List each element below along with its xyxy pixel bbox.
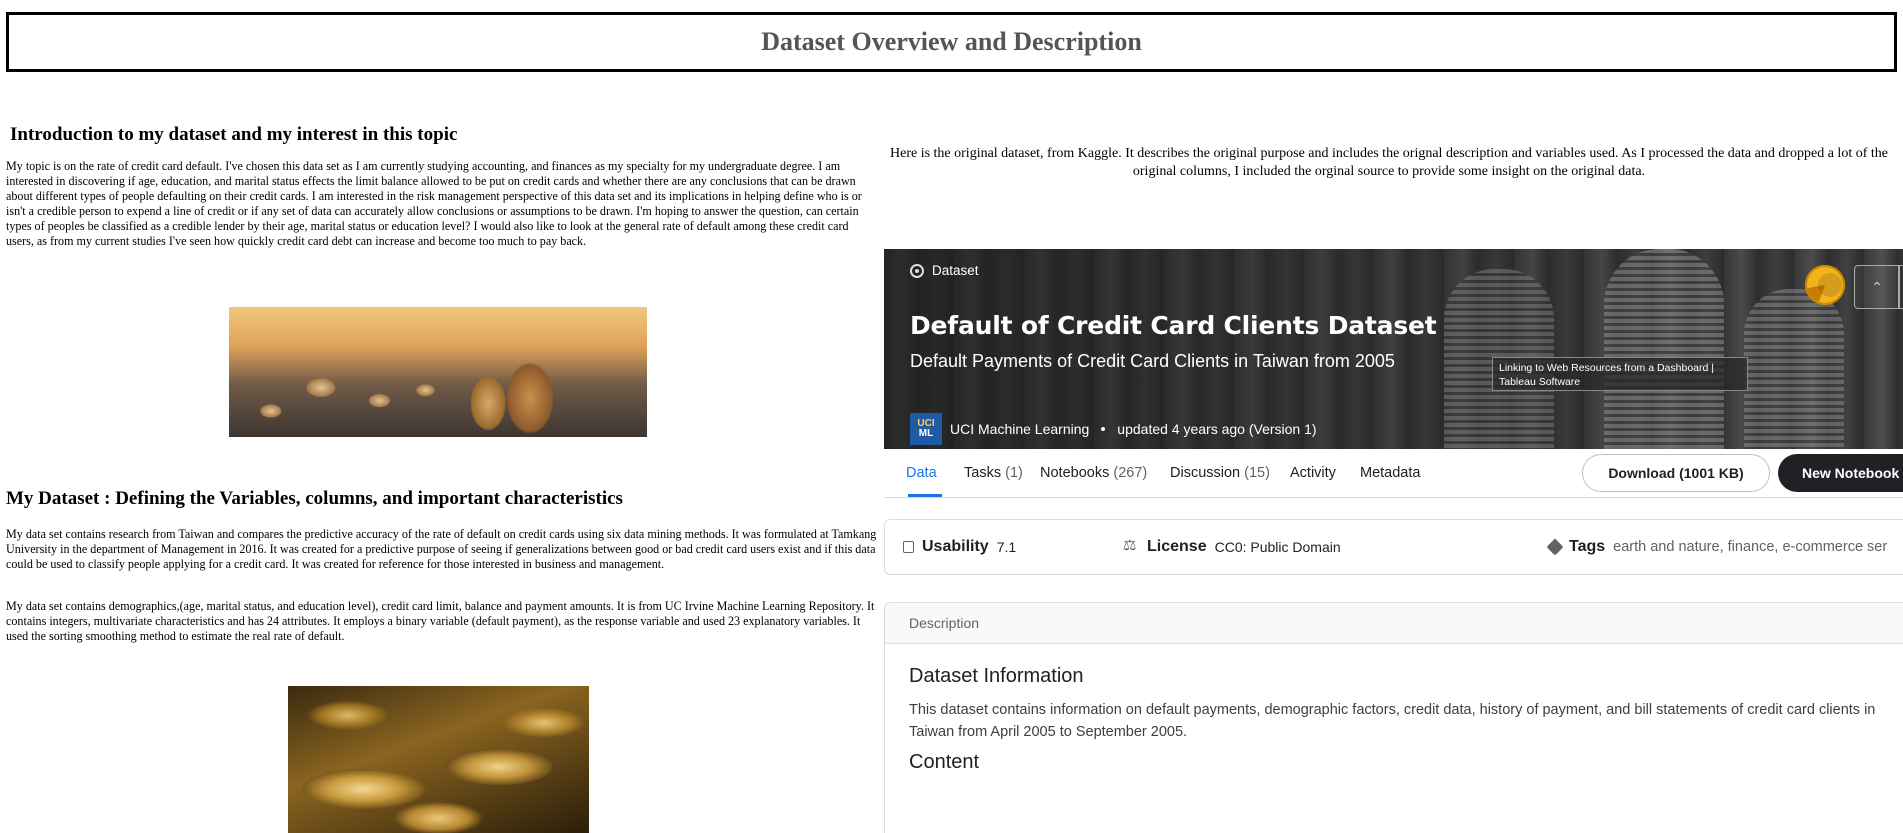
tab-label: Tasks: [964, 465, 1002, 481]
tab-count: (1): [1005, 465, 1023, 481]
dataset-subtitle: Default Payments of Credit Card Clients …: [910, 351, 1395, 371]
coin-stack-decoration: [1744, 289, 1844, 449]
image-tooltip: Linking to Web Resources from a Dashboar…: [1492, 357, 1748, 391]
updated-text: updated 4 years ago (Version 1): [1117, 421, 1317, 437]
dataset-heading: My Dataset : Defining the Variables, col…: [6, 488, 623, 509]
tags-label: Tags: [1569, 538, 1606, 555]
intro-heading: Introduction to my dataset and my intere…: [10, 124, 458, 145]
dataset-information-text: This dataset contains information on def…: [909, 702, 1876, 740]
dataset-information-heading: Dataset Information: [909, 665, 1084, 687]
license-item: License CC0: Public Domain: [1123, 536, 1341, 556]
usability-value: 7.1: [996, 539, 1017, 555]
tab-label: Data: [906, 465, 937, 481]
tab-label: Activity: [1290, 465, 1336, 481]
license-icon: [1123, 536, 1139, 554]
tab-label: Notebooks: [1040, 465, 1110, 481]
separator-dot: [1101, 427, 1106, 431]
tab-data[interactable]: Data: [906, 465, 937, 481]
dataset-label: Dataset: [910, 263, 979, 278]
page-title: Dataset Overview and Description: [761, 27, 1142, 56]
page-title-box: Dataset Overview and Description: [6, 12, 1897, 72]
tag-icon: [1546, 538, 1564, 556]
upvote-button[interactable]: ⌃: [1854, 265, 1900, 309]
dataset-hero-banner: Dataset Default of Credit Card Clients D…: [884, 249, 1903, 449]
tab-activity[interactable]: Activity: [1290, 465, 1336, 481]
uci-ml-logo[interactable]: UCI ML: [910, 413, 942, 445]
usability-icon: [903, 541, 914, 553]
dataset-title: Default of Credit Card Clients Dataset: [910, 311, 1437, 340]
active-tab-underline: [908, 494, 942, 497]
dataset-text-2: My data set contains demographics,(age, …: [6, 599, 875, 643]
dataset-text-1: My data set contains research from Taiwa…: [6, 527, 877, 571]
tab-count: (267): [1113, 465, 1148, 481]
tags-value[interactable]: earth and nature, finance, e-commerce se…: [1613, 539, 1887, 555]
user-avatar[interactable]: [1805, 265, 1845, 305]
description-card: Description Dataset Information This dat…: [884, 602, 1903, 833]
tags-item: Tags earth and nature, finance, e-commer…: [1546, 538, 1887, 556]
license-value[interactable]: CC0: Public Domain: [1215, 539, 1341, 555]
tab-tasks[interactable]: Tasks (1): [964, 465, 1023, 481]
intro-text: My topic is on the rate of credit card d…: [6, 159, 862, 248]
dataset-meta-bar: Usability 7.1 License CC0: Public Domain…: [884, 519, 1903, 575]
owner-name[interactable]: UCI Machine Learning: [950, 421, 1089, 437]
dataset-label-text: Dataset: [932, 263, 979, 278]
chevron-up-icon: ⌃: [1871, 278, 1883, 295]
description-header: Description: [885, 603, 1903, 644]
tab-label: Metadata: [1360, 465, 1421, 481]
new-notebook-button[interactable]: New Notebook: [1778, 454, 1903, 492]
tab-metadata[interactable]: Metadata: [1360, 465, 1420, 481]
tab-notebooks[interactable]: Notebooks (267): [1040, 465, 1147, 481]
dataset-icon: [910, 263, 924, 278]
usability-item: Usability 7.1: [903, 538, 1016, 556]
tab-discussion[interactable]: Discussion (15): [1170, 465, 1270, 481]
usability-label: Usability: [922, 538, 989, 555]
coins-image: [229, 307, 647, 437]
content-heading: Content: [909, 751, 980, 773]
dataset-owner: UCI ML UCI Machine Learning updated 4 ye…: [910, 413, 1317, 445]
uci-logo-bottom: ML: [918, 428, 934, 439]
license-label: License: [1147, 538, 1207, 555]
right-intro-text: Here is the original dataset, from Kaggl…: [890, 146, 1888, 179]
kaggle-embed: Dataset Default of Credit Card Clients D…: [884, 249, 1903, 833]
tab-count: (15): [1244, 465, 1270, 481]
coin-stack-decoration: [1604, 249, 1724, 449]
upvote-count[interactable]: [1898, 265, 1903, 309]
download-button[interactable]: Download (1001 KB): [1582, 454, 1770, 492]
gold-coins-image: [288, 686, 589, 833]
dataset-tabs: Data Tasks (1) Notebooks (267) Discussio…: [884, 449, 1903, 498]
tab-label: Discussion: [1170, 465, 1241, 481]
